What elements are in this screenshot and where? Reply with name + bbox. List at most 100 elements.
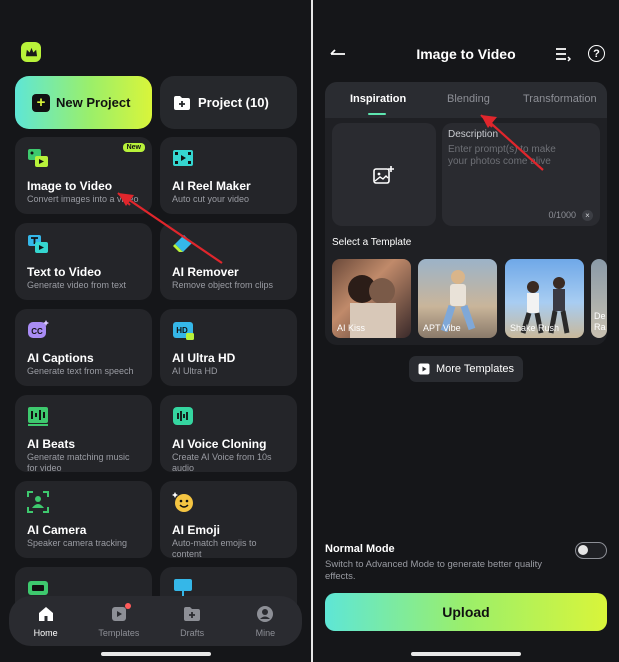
template-label: De Ra bbox=[594, 311, 606, 332]
card-title: Text to Video bbox=[27, 265, 102, 279]
char-count: 0/1000 bbox=[548, 210, 576, 220]
template-panel: Inspiration Blending Transformation Desc… bbox=[325, 82, 607, 345]
more-templates-button[interactable]: More Templates bbox=[409, 356, 523, 382]
template-apt-vibe[interactable]: APT Vibe bbox=[418, 259, 497, 338]
normal-mode-desc: Switch to Advanced Mode to generate bett… bbox=[325, 559, 543, 582]
camera-tracking-icon bbox=[27, 491, 49, 513]
screenshot-stage: + New Project Project (10) New Image to … bbox=[0, 0, 619, 662]
template-label: Shake Rush bbox=[510, 323, 560, 333]
hd-icon: HD bbox=[173, 322, 194, 340]
image-to-video-icon bbox=[28, 149, 48, 167]
voice-clone-icon bbox=[173, 407, 193, 425]
home-indicator bbox=[101, 652, 211, 656]
card-title: AI Beats bbox=[27, 437, 76, 451]
normal-mode-title: Normal Mode bbox=[325, 543, 395, 555]
nav-templates-label: Templates bbox=[98, 627, 140, 638]
card-desc: Generate matching music for video bbox=[27, 452, 130, 473]
card-ai-beats[interactable]: AI Beats Generate matching music for vid… bbox=[15, 395, 152, 473]
card-title: AI Remover bbox=[172, 265, 239, 279]
new-project-label: New Project bbox=[56, 95, 131, 110]
svg-text:HD: HD bbox=[176, 326, 188, 335]
select-template-label: Select a Template bbox=[332, 237, 412, 248]
card-ai-remover[interactable]: AI Remover Remove object from clips bbox=[160, 223, 297, 300]
template-label: AI Kiss bbox=[337, 323, 366, 333]
card-image-to-video[interactable]: New Image to Video Convert images into a… bbox=[15, 137, 152, 214]
card-desc: Generate text from speech bbox=[27, 366, 134, 376]
nav-drafts-label: Drafts bbox=[180, 627, 205, 638]
profile-icon bbox=[257, 605, 274, 622]
template-partial[interactable]: De Ra bbox=[591, 259, 607, 338]
home-icon bbox=[38, 606, 53, 621]
more-templates-label: More Templates bbox=[435, 363, 515, 375]
card-text-to-video[interactable]: Text to Video Generate video from text bbox=[15, 223, 152, 300]
description-label: Description bbox=[448, 129, 499, 140]
card-desc: Auto cut your video bbox=[172, 194, 250, 204]
new-project-button[interactable]: + New Project bbox=[15, 76, 152, 129]
add-image-button[interactable] bbox=[332, 123, 436, 226]
nav-mine[interactable]: Mine bbox=[235, 605, 295, 638]
card-desc: Speaker camera tracking bbox=[27, 538, 128, 548]
card-title: AI Camera bbox=[27, 523, 87, 537]
toggle-knob bbox=[578, 545, 588, 555]
card-desc: Create AI Voice from 10s audio bbox=[172, 452, 272, 473]
card-desc: Remove object from clips bbox=[172, 280, 274, 290]
upload-label: Upload bbox=[442, 604, 490, 620]
nav-home[interactable]: Home bbox=[16, 605, 76, 638]
tab-blending[interactable]: Blending bbox=[447, 93, 490, 105]
notification-dot bbox=[124, 602, 131, 609]
description-placeholder: Enter prompt(s) to make your photos come… bbox=[448, 144, 556, 167]
tab-bar: Inspiration Blending Transformation bbox=[325, 82, 607, 118]
home-screen: + New Project Project (10) New Image to … bbox=[0, 0, 311, 662]
list-icon[interactable] bbox=[555, 46, 571, 62]
help-icon[interactable]: ? bbox=[588, 45, 605, 62]
crown-icon[interactable] bbox=[21, 42, 41, 62]
card-ai-camera[interactable]: AI Camera Speaker camera tracking bbox=[15, 481, 152, 558]
tab-transformation[interactable]: Transformation bbox=[523, 93, 597, 105]
nav-home-label: Home bbox=[33, 627, 58, 638]
card-ai-reel-maker[interactable]: AI Reel Maker Auto cut your video bbox=[160, 137, 297, 214]
page-title: Image to Video bbox=[416, 46, 516, 62]
svg-text:CC: CC bbox=[31, 327, 43, 336]
card-desc: AI Ultra HD bbox=[172, 366, 218, 376]
card-ai-voice-cloning[interactable]: AI Voice Cloning Create AI Voice from 10… bbox=[160, 395, 297, 473]
home-indicator bbox=[411, 652, 521, 656]
captions-icon: CC bbox=[28, 320, 49, 338]
emoji-icon bbox=[172, 492, 193, 512]
add-image-icon bbox=[373, 165, 394, 184]
new-badge: New bbox=[122, 143, 145, 152]
text-to-video-icon bbox=[28, 235, 48, 253]
mode-toggle[interactable] bbox=[575, 542, 607, 559]
drafts-icon bbox=[184, 606, 201, 621]
card-ai-emoji[interactable]: AI Emoji Auto-match emojis to content bbox=[160, 481, 297, 559]
reel-maker-icon bbox=[173, 150, 193, 166]
card-title: AI Ultra HD bbox=[172, 351, 236, 365]
card-title: AI Captions bbox=[27, 351, 94, 365]
card-ai-captions[interactable]: CC AI Captions Generate text from speech bbox=[15, 309, 152, 386]
beats-icon bbox=[28, 407, 48, 426]
project-label: Project (10) bbox=[198, 95, 269, 110]
template-label: APT Vibe bbox=[423, 323, 461, 333]
eraser-icon bbox=[173, 235, 192, 252]
project-button[interactable]: Project (10) bbox=[160, 76, 297, 129]
card-desc: Convert images into a video bbox=[27, 194, 139, 204]
templates-icon bbox=[418, 363, 430, 375]
bottom-nav: Home Templates Drafts Mine bbox=[9, 596, 302, 646]
nav-templates[interactable]: Templates bbox=[89, 602, 149, 638]
nav-drafts[interactable]: Drafts bbox=[162, 605, 222, 638]
card-desc: Generate video from text bbox=[27, 280, 127, 290]
description-field[interactable]: Description Enter prompt(s) to make your… bbox=[442, 123, 600, 226]
card-title: AI Reel Maker bbox=[172, 179, 251, 193]
card-ai-ultra-hd[interactable]: HD AI Ultra HD AI Ultra HD bbox=[160, 309, 297, 386]
template-ai-kiss[interactable]: AI Kiss bbox=[332, 259, 411, 338]
clear-icon[interactable]: × bbox=[582, 210, 593, 221]
card-title: AI Emoji bbox=[172, 523, 221, 537]
card-desc: Auto-match emojis to content bbox=[172, 538, 257, 559]
image-to-video-screen: Image to Video ? Inspiration Blending Tr… bbox=[313, 0, 619, 662]
plus-icon: + bbox=[32, 93, 50, 112]
template-shake-rush[interactable]: Shake Rush bbox=[505, 259, 584, 338]
folder-icon bbox=[174, 95, 190, 110]
nav-mine-label: Mine bbox=[255, 627, 276, 638]
card-title: AI Voice Cloning bbox=[172, 437, 267, 451]
upload-button[interactable]: Upload bbox=[325, 593, 607, 631]
tab-inspiration[interactable]: Inspiration bbox=[350, 93, 406, 105]
